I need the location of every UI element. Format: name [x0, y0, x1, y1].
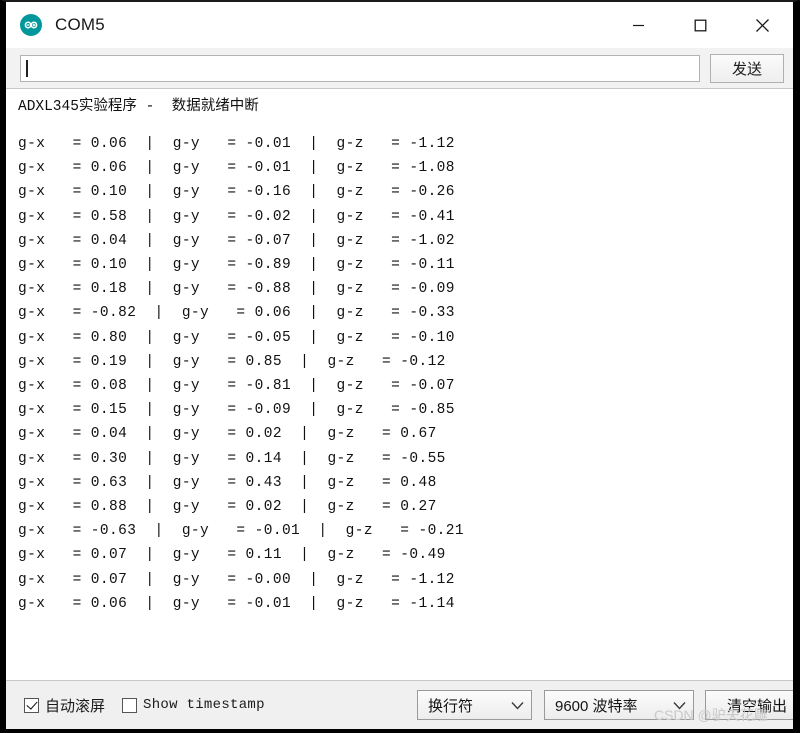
serial-monitor-window: COM5 发送 ADXL345实验程序 - 数据就绪中断 g-x = 0.06 …	[0, 0, 800, 733]
baud-rate-value: 9600 波特率	[555, 697, 638, 715]
send-button[interactable]: 发送	[710, 53, 784, 83]
close-button[interactable]	[731, 2, 793, 48]
console-line: g-x = 0.88 | g-y = 0.02 | g-z = 0.27	[18, 499, 437, 516]
console-line: g-x = 0.04 | g-y = -0.07 | g-z = -1.02	[18, 232, 455, 249]
console-line: g-x = 0.18 | g-y = -0.88 | g-z = -0.09	[18, 281, 455, 298]
console-line: g-x = 0.63 | g-y = 0.43 | g-z = 0.48	[18, 474, 437, 491]
console-line: g-x = 0.30 | g-y = 0.14 | g-z = -0.55	[18, 450, 446, 467]
console-banner: ADXL345实验程序 - 数据就绪中断	[18, 99, 259, 115]
console-line: g-x = 0.15 | g-y = -0.09 | g-z = -0.85	[18, 402, 455, 419]
console-line: g-x = 0.08 | g-y = -0.81 | g-z = -0.07	[18, 378, 455, 395]
send-bar: 发送	[6, 48, 793, 88]
console-line: g-x = -0.82 | g-y = 0.06 | g-z = -0.33	[18, 305, 455, 322]
console-line: g-x = 0.04 | g-y = 0.02 | g-z = 0.67	[18, 426, 437, 443]
line-ending-value: 换行符	[428, 697, 474, 715]
console-line: g-x = 0.06 | g-y = -0.01 | g-z = -1.12	[18, 136, 455, 152]
console-line: g-x = 0.07 | g-y = -0.00 | g-z = -1.12	[18, 571, 455, 588]
window-controls	[607, 2, 793, 48]
status-bar: 自动滚屏 Show timestamp 换行符 9600 波特率 清空输出	[6, 681, 793, 729]
autoscroll-label: 自动滚屏	[45, 697, 106, 715]
console-output[interactable]: ADXL345实验程序 - 数据就绪中断 g-x = 0.06 | g-y = …	[6, 88, 793, 681]
console-line: g-x = -0.63 | g-y = -0.01 | g-z = -0.21	[18, 523, 464, 540]
title-bar: COM5	[6, 2, 793, 48]
window-title: COM5	[55, 15, 105, 34]
console-line: g-x = 0.19 | g-y = 0.85 | g-z = -0.12	[18, 353, 446, 370]
console-line: g-x = 0.06 | g-y = -0.01 | g-z = -1.14	[18, 595, 455, 612]
chevron-down-icon	[673, 701, 686, 710]
minimize-button[interactable]	[607, 2, 669, 48]
autoscroll-checkbox[interactable]: 自动滚屏	[24, 695, 105, 716]
console-line: g-x = 0.10 | g-y = -0.89 | g-z = -0.11	[18, 257, 455, 274]
send-input[interactable]	[28, 55, 699, 81]
maximize-button[interactable]	[669, 2, 731, 48]
console-lines: g-x = 0.06 | g-y = -0.01 | g-z = -1.12 g-…	[18, 132, 793, 616]
autoscroll-check-icon[interactable]	[24, 697, 39, 713]
show-timestamp-check-icon[interactable]	[122, 697, 138, 713]
line-ending-select[interactable]: 换行符	[417, 690, 532, 720]
console-line: g-x = 0.58 | g-y = -0.02 | g-z = -0.41	[18, 208, 455, 225]
clear-output-button[interactable]: 清空输出	[705, 690, 793, 720]
arduino-infinity-icon	[20, 14, 42, 36]
baud-rate-select[interactable]: 9600 波特率	[544, 690, 694, 720]
console-line: g-x = 0.10 | g-y = -0.16 | g-z = -0.26	[18, 184, 455, 201]
show-timestamp-label: Show timestamp	[143, 697, 265, 713]
console-line: g-x = 0.07 | g-y = 0.11 | g-z = -0.49	[18, 547, 446, 564]
chevron-down-icon	[511, 701, 524, 710]
show-timestamp-checkbox[interactable]: Show timestamp	[122, 697, 265, 713]
send-input-wrapper[interactable]	[20, 54, 700, 82]
console-line: g-x = 0.80 | g-y = -0.05 | g-z = -0.10	[18, 329, 455, 346]
console-line: g-x = 0.06 | g-y = -0.01 | g-z = -1.08	[18, 160, 455, 177]
